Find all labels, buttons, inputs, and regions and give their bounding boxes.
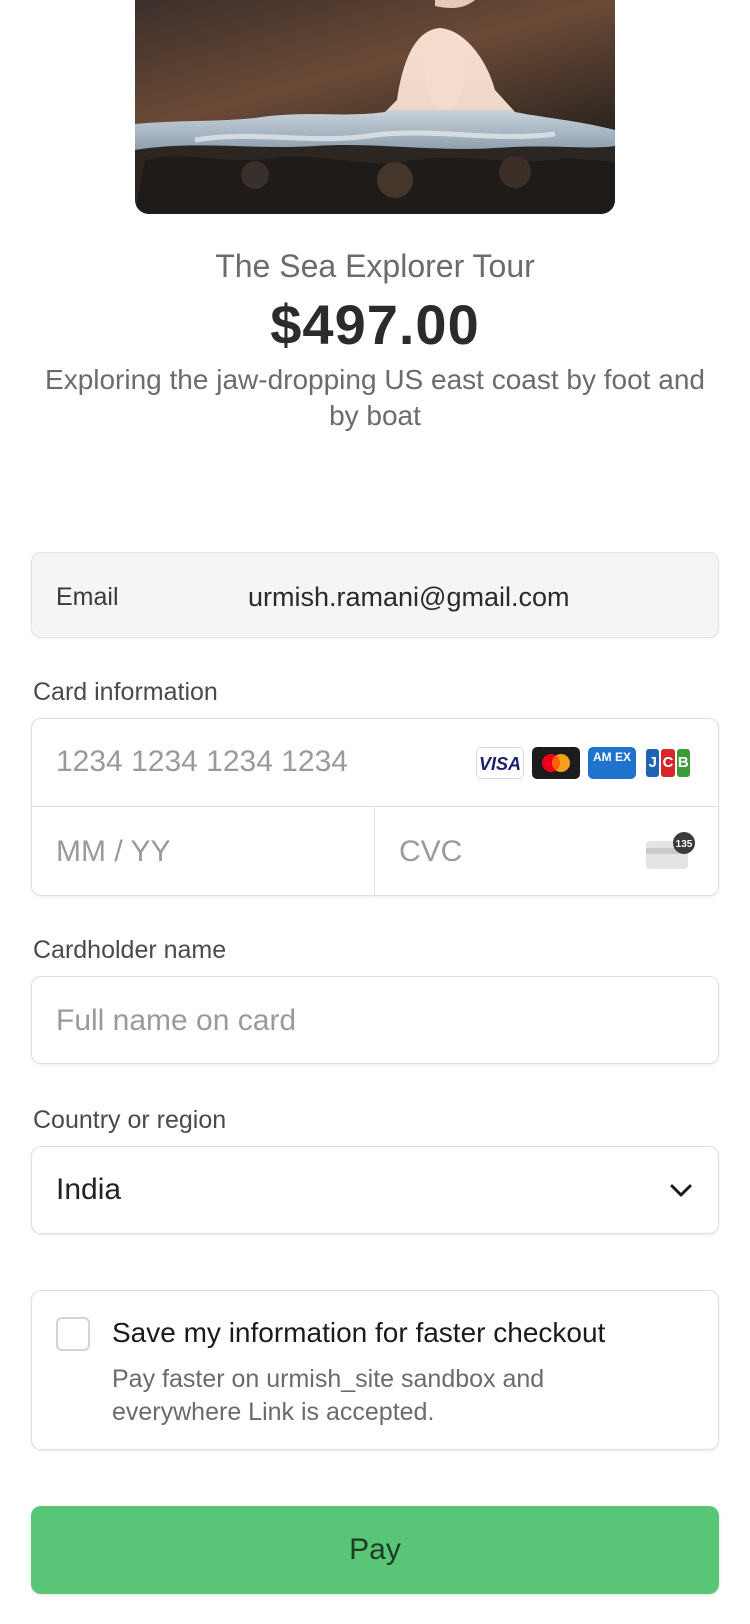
cvc-input[interactable]: CVC 135 bbox=[375, 807, 720, 897]
cardholder-name-label: Cardholder name bbox=[33, 936, 227, 964]
country-select[interactable]: India bbox=[31, 1146, 719, 1234]
cvc-card-icon: 135 bbox=[646, 832, 695, 869]
save-info-panel: Save my information for faster checkout … bbox=[31, 1290, 719, 1450]
expiry-input[interactable]: MM / YY bbox=[32, 807, 374, 897]
email-label: Email bbox=[56, 583, 119, 611]
country-selected-value: India bbox=[56, 1173, 122, 1206]
card-information-label: Card information bbox=[33, 678, 218, 706]
card-information-group: 1234 1234 1234 1234 VISA AM EX J C B MM … bbox=[31, 718, 720, 897]
cvc-placeholder: CVC bbox=[399, 835, 463, 868]
chevron-down-icon bbox=[670, 1184, 692, 1197]
amex-icon: AM EX bbox=[588, 747, 636, 779]
pay-button[interactable]: Pay bbox=[31, 1506, 719, 1594]
visa-icon: VISA bbox=[476, 747, 524, 779]
product-image bbox=[135, 0, 615, 214]
card-number-input[interactable]: 1234 1234 1234 1234 VISA AM EX J C B bbox=[32, 719, 718, 807]
product-description: Exploring the jaw-dropping US east coast… bbox=[45, 364, 705, 431]
card-brand-icons: VISA AM EX J C B bbox=[476, 747, 692, 779]
email-value: urmish.ramani@gmail.com bbox=[248, 582, 570, 612]
save-info-title: Save my information for faster checkout bbox=[112, 1317, 606, 1348]
card-number-placeholder: 1234 1234 1234 1234 bbox=[56, 745, 348, 778]
save-info-checkbox[interactable] bbox=[56, 1317, 90, 1351]
product-price: $497.00 bbox=[270, 293, 480, 356]
svg-text:135: 135 bbox=[676, 839, 693, 850]
country-label: Country or region bbox=[33, 1106, 227, 1134]
expiry-placeholder: MM / YY bbox=[56, 835, 171, 868]
product-name: The Sea Explorer Tour bbox=[215, 248, 535, 284]
jcb-icon: J C B bbox=[644, 747, 692, 779]
mastercard-icon bbox=[532, 747, 580, 779]
cardholder-name-input[interactable]: Full name on card bbox=[31, 976, 719, 1064]
cardholder-name-placeholder: Full name on card bbox=[56, 1004, 297, 1037]
save-info-subtitle: Pay faster on urmish_site sandbox and ev… bbox=[112, 1365, 545, 1426]
email-field[interactable]: Email urmish.ramani@gmail.com bbox=[31, 552, 719, 638]
